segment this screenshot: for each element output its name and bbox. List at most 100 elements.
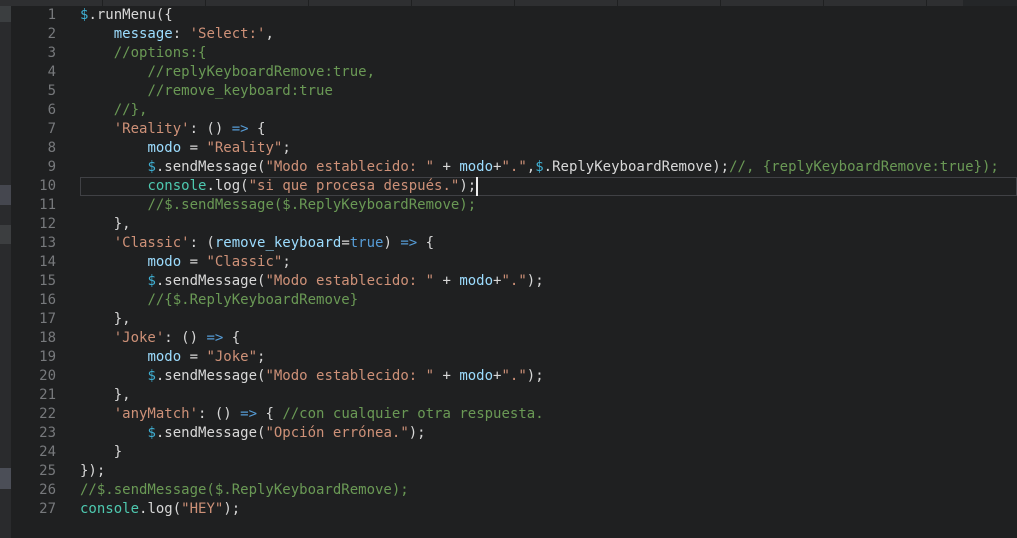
token: "." bbox=[501, 159, 527, 175]
token: + bbox=[434, 368, 460, 384]
line-number: 13 bbox=[39, 235, 56, 251]
line-number: 3 bbox=[47, 45, 56, 61]
code-line[interactable]: $.sendMessage("Modo establecido: " + mod… bbox=[80, 367, 1017, 386]
code-line[interactable]: }); bbox=[80, 462, 1017, 481]
token: 'Select:' bbox=[189, 26, 266, 42]
line-number: 5 bbox=[47, 83, 56, 99]
tab-strip bbox=[0, 0, 1017, 6]
token: "Classic" bbox=[206, 254, 283, 270]
token: //$.sendMessage($.ReplyKeyboardRemove); bbox=[147, 197, 477, 213]
code-line[interactable]: 'Classic': (remove_keyboard=true) => { bbox=[80, 234, 1017, 253]
token: 'Joke' bbox=[113, 330, 165, 346]
line-number: 25 bbox=[39, 463, 56, 479]
code-row: 12 }, bbox=[11, 215, 1017, 234]
code-line[interactable]: //{$.ReplyKeyboardRemove} bbox=[80, 291, 1017, 310]
code-line[interactable]: //remove_keyboard:true bbox=[80, 82, 1017, 101]
code-row: 6 //}, bbox=[11, 101, 1017, 120]
token: : () bbox=[164, 330, 207, 346]
code-row: 15 $.sendMessage("Modo establecido: " + … bbox=[11, 272, 1017, 291]
code-row: 2 message: 'Select:', bbox=[11, 25, 1017, 44]
code-line[interactable]: }, bbox=[80, 215, 1017, 234]
code-line[interactable]: $.runMenu({ bbox=[80, 6, 1017, 25]
ruler-mark bbox=[0, 225, 11, 244]
token: .sendMessage( bbox=[155, 425, 266, 441]
code-row: 21 }, bbox=[11, 386, 1017, 405]
token: "Modo establecido: " bbox=[265, 368, 435, 384]
token: modo bbox=[147, 140, 182, 156]
token: => bbox=[206, 330, 224, 346]
code-line[interactable]: //options:{ bbox=[80, 44, 1017, 63]
token: "Modo establecido: " bbox=[265, 159, 435, 175]
token: : bbox=[172, 26, 190, 42]
token: $ bbox=[147, 159, 156, 175]
code-line[interactable]: }, bbox=[80, 386, 1017, 405]
code-line[interactable]: modo = "Classic"; bbox=[80, 253, 1017, 272]
token: }, bbox=[80, 387, 131, 403]
token: //{$.ReplyKeyboardRemove} bbox=[147, 292, 359, 308]
code-line[interactable]: 'anyMatch': () => { //con cualquier otra… bbox=[80, 405, 1017, 424]
code-line[interactable]: $.sendMessage("Modo establecido: " + mod… bbox=[80, 272, 1017, 291]
code-row: 11 //$.sendMessage($.ReplyKeyboardRemove… bbox=[11, 196, 1017, 215]
token: "Opción errónea." bbox=[265, 425, 409, 441]
code-row: 5 //remove_keyboard:true bbox=[11, 82, 1017, 101]
token: console bbox=[147, 178, 207, 194]
line-number: 6 bbox=[47, 102, 56, 118]
code-line[interactable]: console.log("si que procesa después."); bbox=[80, 177, 1017, 196]
token: "Reality" bbox=[206, 140, 283, 156]
code-line[interactable]: $.sendMessage("Modo establecido: " + mod… bbox=[80, 158, 1017, 177]
code-line[interactable]: 'Reality': () => { bbox=[80, 120, 1017, 139]
token: { bbox=[257, 406, 283, 422]
tab-strip-right-edge bbox=[963, 0, 1017, 6]
code-line[interactable]: //}, bbox=[80, 101, 1017, 120]
token: .sendMessage( bbox=[155, 273, 266, 289]
overview-ruler bbox=[0, 0, 11, 538]
token: message bbox=[113, 26, 173, 42]
code-line[interactable]: 'Joke': () => { bbox=[80, 329, 1017, 348]
token: }, bbox=[80, 311, 131, 327]
token: : () bbox=[189, 121, 232, 137]
code-line[interactable]: //$.sendMessage($.ReplyKeyboardRemove); bbox=[80, 196, 1017, 215]
token: ); bbox=[526, 273, 544, 289]
token: console bbox=[80, 501, 140, 517]
token: .sendMessage( bbox=[155, 159, 266, 175]
code-line[interactable]: //replyKeyboardRemove:true, bbox=[80, 63, 1017, 82]
token: 'Classic' bbox=[113, 235, 190, 251]
line-number: 23 bbox=[39, 425, 56, 441]
code-line[interactable]: //$.sendMessage($.ReplyKeyboardRemove); bbox=[80, 481, 1017, 500]
token: $ bbox=[147, 273, 156, 289]
line-number: 22 bbox=[39, 406, 56, 422]
code-row: 22 'anyMatch': () => { //con cualquier o… bbox=[11, 405, 1017, 424]
code-line[interactable]: modo = "Joke"; bbox=[80, 348, 1017, 367]
code-line[interactable]: console.log("HEY"); bbox=[80, 500, 1017, 519]
line-number: 10 bbox=[39, 178, 56, 194]
token: //options:{ bbox=[113, 45, 207, 61]
token: => bbox=[240, 406, 258, 422]
code-line[interactable]: message: 'Select:', bbox=[80, 25, 1017, 44]
token: .ReplyKeyboardRemove); bbox=[543, 159, 730, 175]
code-row: 7 'Reality': () => { bbox=[11, 120, 1017, 139]
code-line[interactable]: }, bbox=[80, 310, 1017, 329]
token: //con cualquier otra respuesta. bbox=[282, 406, 544, 422]
editor[interactable]: 1 $.runMenu({2 message: 'Select:', 3 //opt… bbox=[11, 6, 1017, 519]
token: ); bbox=[408, 425, 426, 441]
code-row: 10 console.log("si que procesa después."… bbox=[11, 177, 1017, 196]
code-row: 23 $.sendMessage("Opción errónea."); bbox=[11, 424, 1017, 443]
token: //$.sendMessage($.ReplyKeyboardRemove); bbox=[80, 482, 409, 498]
code-row: 24 } bbox=[11, 443, 1017, 462]
code-line[interactable]: modo = "Reality"; bbox=[80, 139, 1017, 158]
token: "." bbox=[501, 273, 527, 289]
line-number: 4 bbox=[47, 64, 56, 80]
code-line[interactable]: } bbox=[80, 443, 1017, 462]
token: .log( bbox=[139, 501, 182, 517]
line-number: 12 bbox=[39, 216, 56, 232]
code-line[interactable]: $.sendMessage("Opción errónea."); bbox=[80, 424, 1017, 443]
token: + bbox=[434, 159, 460, 175]
